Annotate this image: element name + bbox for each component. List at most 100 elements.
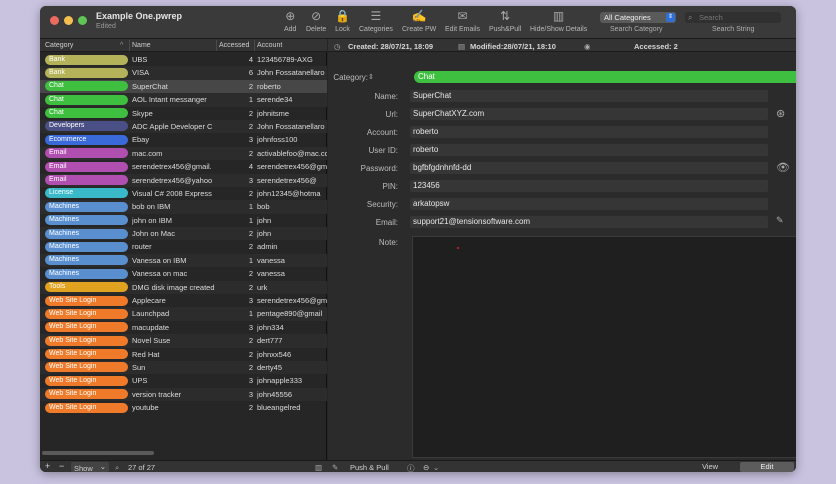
table-row[interactable]: Web Site Login Red Hat 2 johnxx546 [40,348,327,361]
userid-field[interactable]: roberto [410,144,768,156]
table-row[interactable]: Machines Vanessa on mac 2 vanessa [40,267,327,280]
zoom-window-button[interactable] [78,16,87,25]
view-mode-button[interactable]: View [680,462,740,472]
email-field[interactable]: support21@tensionsoftware.com [410,216,768,228]
add-button[interactable]: ⊕ Add [284,9,296,33]
table-row[interactable]: Chat Skype 2 johnitsme [40,107,327,120]
info-icon[interactable]: ⓘ [407,463,415,472]
url-field[interactable]: SuperChatXYZ.com [410,108,768,120]
table-row[interactable]: Chat AOL Intant messanger 1 serende34 [40,93,327,107]
table-row[interactable]: Tools DMG disk image created 2 urk [40,280,327,295]
table-row[interactable]: Machines Vanessa on IBM 1 vanessa [40,253,327,268]
push-pull-button[interactable]: ⇅ Push&Pull [489,9,521,33]
category-select[interactable]: All Categories ⇕ [600,12,676,23]
name-label: Name: [374,92,398,101]
column-header-account[interactable]: Account [257,42,282,49]
table-row[interactable]: Bank UBS 4 123456789-AXG [40,53,327,66]
close-window-button[interactable] [50,16,59,25]
table-row[interactable]: Web Site Login Launchpad 1 pentage890@gmail [40,307,327,321]
table-row[interactable]: License Visual C# 2008 Express 2 john12345@… [40,187,327,200]
horizontal-scrollbar[interactable] [42,451,154,455]
security-field[interactable]: arkatopsw [410,198,768,210]
entry-accessed: 2 [248,403,253,413]
category-label: Category: [333,73,368,82]
table-row[interactable]: Email serendetrex456@yahoo 3 serendetrex456… [40,173,327,187]
add-entry-button[interactable]: + [45,461,50,471]
table-row[interactable]: Machines bob on IBM 1 bob [40,200,327,214]
chevron-down-small-icon[interactable]: ⌄ [433,463,439,472]
lock-button[interactable]: 🔒 Lock [335,9,350,33]
entry-account: derty45 [257,362,283,372]
entry-account: serende34 [257,95,293,105]
remove-entry-button[interactable]: − [59,461,64,471]
pin-field[interactable]: 123456 [410,180,768,192]
minimize-window-button[interactable] [64,16,73,25]
table-row[interactable]: Web Site Login version tracker 3 john45556 [40,387,327,402]
table-row[interactable]: Machines John on Mac 2 john [40,227,327,241]
entry-account: admin [257,242,278,252]
column-header-category[interactable]: Category [45,42,73,49]
categories-button[interactable]: ☰ Categories [359,9,393,33]
hide-show-details-button[interactable]: ▥ Hide/Show Details [530,9,587,33]
security-label: Security: [366,200,398,209]
chevron-updown-icon: ⇕ [666,13,675,22]
eye-reveal-icon[interactable]: 👁 [776,161,790,174]
category-pill: Machines [45,201,128,212]
compose-icon[interactable]: ✎ [776,215,784,226]
entry-account: vanessa [257,269,285,279]
sidebar-toggle-icon[interactable]: ▥ [315,463,322,472]
delete-button[interactable]: ⊘ Delete [306,9,326,33]
category-value-pill[interactable]: Chat [414,71,796,83]
entry-account: serendetrex456@ [257,175,317,185]
created-date: Created: 28/07/21, 18:09 [348,42,434,51]
account-field[interactable]: roberto [410,126,768,138]
table-row[interactable]: Web Site Login youtube 2 blueangelred [40,401,327,414]
column-header-name[interactable]: Name [132,42,151,49]
password-field[interactable]: bgfbfgdnhnfd-dd [410,162,768,174]
entry-account: activablefoo@mac.com [257,148,327,158]
edit-mode-button[interactable]: Edit [740,462,794,472]
search-input[interactable]: ⌕ Search [685,12,781,23]
entry-accessed: 3 [248,389,253,399]
entry-account: john334 [257,322,284,332]
table-row[interactable]: Developers ADC Apple Developer C 2 John Fos… [40,119,327,134]
push-pull-icon: ✎ [332,463,339,472]
table-row[interactable]: Machines john on IBM 1 john [40,214,327,227]
chevron-down-icon: ⌄ [99,462,106,471]
table-row[interactable]: Web Site Login Applecare 3 serendetrex456@g… [40,294,327,307]
table-row[interactable]: Web Site Login Sun 2 derty45 [40,360,327,375]
entry-count: 27 of 27 [128,463,156,472]
document-icon: ▤ [458,42,466,51]
create-pw-button[interactable]: ✍ Create PW [402,9,436,33]
column-header-accessed[interactable]: Accessed [219,42,249,49]
table-row[interactable]: Email serendetrex456@gmail. 4 serendetrex45… [40,160,327,173]
edit-emails-button[interactable]: ✉ Edit Emails [445,9,480,33]
category-pill: Chat [45,81,128,92]
sort-ascending-icon: ^ [120,42,124,49]
table-row[interactable]: Web Site Login macupdate 3 john334 [40,321,327,334]
category-pill: Bank [45,54,128,65]
table-row[interactable]: Bank VISA 6 John Fossatanellaro [40,66,327,80]
table-row[interactable]: Ecommerce Ebay 3 johnfoss100 [40,133,327,146]
entry-name: Vanessa on mac [132,269,188,279]
table-row[interactable]: Web Site Login UPS 3 johnapple333 [40,374,327,387]
table-row[interactable]: Chat SuperChat 2 roberto [40,79,327,94]
entry-account: john [257,215,272,225]
note-textarea[interactable] [412,236,796,458]
entry-accessed: 1 [248,309,253,319]
category-pill: Machines [45,268,128,279]
remove-circle-icon[interactable]: ⊖ [423,463,429,472]
globe-icon[interactable]: ⊛ [776,107,785,120]
show-select[interactable]: Show ⌄ [71,462,109,472]
table-row[interactable]: Web Site Login Novel Suse 2 dert777 [40,334,327,348]
table-row[interactable]: Machines router 2 admin [40,240,327,253]
entry-name: serendetrex456@yahoo [132,175,213,185]
entry-accessed: 2 [248,188,253,198]
table-row[interactable]: Email mac.com 2 activablefoo@mac.com [40,146,327,161]
push-pull-bottom-button[interactable]: Push & Pull [350,463,389,472]
name-field[interactable]: SuperChat [410,90,768,102]
category-chevron-icon[interactable]: ⇕ [368,73,374,81]
userid-label: User ID: [368,146,398,155]
entry-account: John Fossatanellaro [257,121,325,131]
filter-icon: ⌕ [115,463,120,472]
